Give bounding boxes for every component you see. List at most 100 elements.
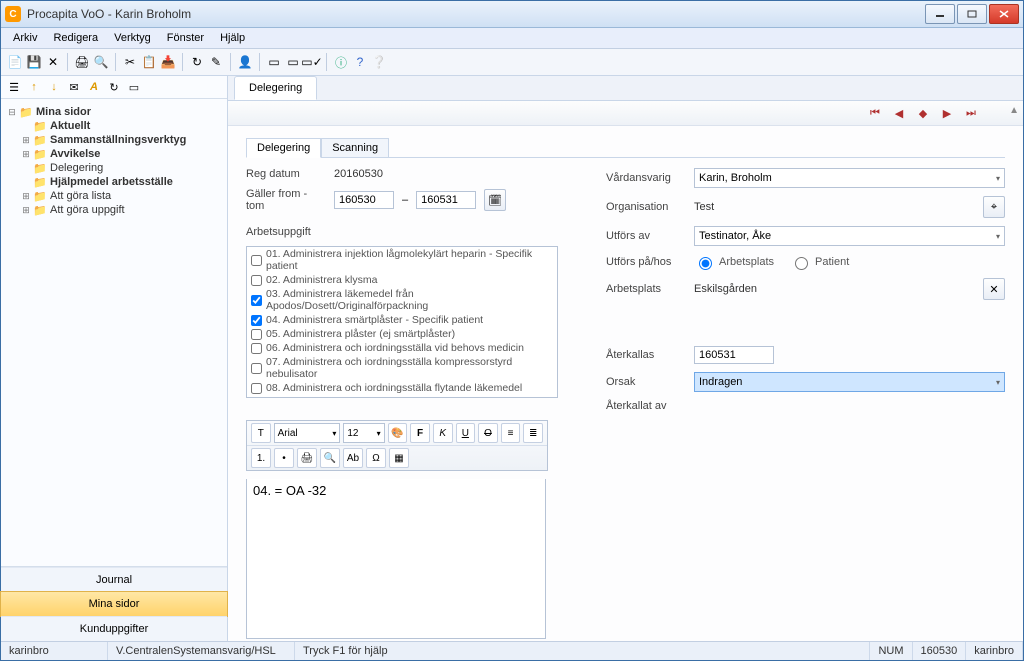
lt-window-icon[interactable]: ▭ (127, 80, 141, 94)
task-checkbox[interactable] (251, 383, 262, 394)
tree-item[interactable]: ⊞📁Att göra uppgift (5, 203, 223, 217)
tb-print-icon[interactable]: 🖨 (74, 54, 90, 70)
et-search-icon[interactable]: 🔍 (320, 448, 340, 468)
organisation-picker-icon[interactable]: ⌖ (983, 196, 1005, 218)
tree-item[interactable]: ⊞📁Avvikelse (5, 147, 223, 161)
task-checkbox[interactable] (251, 397, 262, 399)
date-picker-icon[interactable]: 🗓 (484, 189, 506, 211)
task-checkbox[interactable] (251, 295, 262, 306)
et-bold-icon[interactable]: F (410, 423, 430, 443)
nav-tree[interactable]: ⊟📁Mina sidor📁Aktuellt⊞📁Sammanställningsv… (1, 99, 227, 566)
maximize-button[interactable] (957, 4, 987, 24)
nav-first-icon[interactable]: ⏮ (866, 105, 884, 121)
et-symbol-icon[interactable]: Ω (366, 448, 386, 468)
tb-whatsthis-icon[interactable]: ❔ (371, 54, 387, 70)
et-color-icon[interactable]: 🎨 (388, 423, 408, 443)
et-image-icon[interactable]: ▦ (389, 448, 409, 468)
task-checkbox[interactable] (251, 329, 262, 340)
task-checkbox[interactable] (251, 275, 262, 286)
lt-tree-icon[interactable]: ☰ (7, 80, 21, 94)
nav-next-icon[interactable]: ▶ (938, 105, 956, 121)
tb-wand-icon[interactable]: ✎ (208, 54, 224, 70)
lt-sort-desc-icon[interactable]: ↓ (47, 80, 61, 94)
tb-person-icon[interactable]: 👤 (237, 54, 253, 70)
task-row[interactable]: 02. Administrera klysma (247, 273, 557, 287)
input-galler-tom[interactable] (416, 191, 476, 209)
tb-info-icon[interactable]: ⓘ (333, 54, 349, 70)
menu-fonster[interactable]: Fönster (159, 30, 212, 46)
et-list-bul-icon[interactable]: • (274, 448, 294, 468)
tb-cut-icon[interactable]: ✂ (122, 54, 138, 70)
lt-filter-a-icon[interactable]: A (87, 80, 101, 94)
scroll-up-icon[interactable]: ▲ (1009, 105, 1019, 116)
menu-redigera[interactable]: Redigera (45, 30, 106, 46)
lt-mail-icon[interactable]: ✉ (67, 80, 81, 94)
lt-refresh-icon[interactable]: ↻ (107, 80, 121, 94)
task-row[interactable]: 06. Administrera och iordningsställa vid… (247, 341, 557, 355)
task-checkbox[interactable] (251, 315, 262, 326)
tree-item[interactable]: ⊟📁Mina sidor (5, 105, 223, 119)
tab-scanning[interactable]: Scanning (321, 138, 389, 157)
task-row[interactable]: 05. Administrera plåster (ej smärtplåste… (247, 327, 557, 341)
tb-doc2-icon[interactable]: ▭ (285, 54, 301, 70)
et-align-left-icon[interactable]: ≡ (501, 423, 521, 443)
sidebar-button-mina-sidor[interactable]: Mina sidor (0, 591, 228, 617)
task-checkbox[interactable] (251, 343, 262, 354)
tree-item[interactable]: ⊞📁Att göra lista (5, 189, 223, 203)
tb-new-icon[interactable]: 📄 (7, 54, 23, 70)
task-row[interactable]: 03. Administrera läkemedel från Apodos/D… (247, 287, 557, 313)
et-align-center-icon[interactable]: ≣ (523, 423, 543, 443)
input-aterkallas[interactable] (694, 346, 774, 364)
nav-prev-icon[interactable]: ◀ (890, 105, 908, 121)
task-row[interactable]: 01. Administrera injektion lågmolekylärt… (247, 247, 557, 273)
tb-delete-icon[interactable]: ✕ (45, 54, 61, 70)
select-vardansvarig[interactable]: Karin, Broholm▾ (694, 168, 1005, 188)
select-orsak[interactable]: Indragen▾ (694, 372, 1005, 392)
et-spell-icon[interactable]: Ab (343, 448, 363, 468)
tree-item[interactable]: 📁Delegering (5, 161, 223, 175)
task-checkbox[interactable] (251, 363, 262, 374)
lt-sort-asc-icon[interactable]: ↑ (27, 80, 41, 94)
et-strike-icon[interactable]: O (478, 423, 498, 443)
menu-hjalp[interactable]: Hjälp (212, 30, 253, 46)
et-underline-icon[interactable]: U (456, 423, 476, 443)
close-button[interactable] (989, 4, 1019, 24)
menu-arkiv[interactable]: Arkiv (5, 30, 45, 46)
radio-patient[interactable]: Patient (790, 254, 849, 270)
task-row[interactable]: 07. Administrera och iordningsställa kom… (247, 355, 557, 381)
tb-help-icon[interactable]: ? (352, 54, 368, 70)
tree-item[interactable]: ⊞📁Sammanställningsverktyg (5, 133, 223, 147)
sidebar-button-journal[interactable]: Journal (1, 567, 227, 592)
task-row[interactable]: 04. Administrera smärtplåster - Specifik… (247, 313, 557, 327)
nav-last-icon[interactable]: ⏭ (962, 105, 980, 121)
sidebar-button-kunduppgifter[interactable]: Kunduppgifter (1, 616, 227, 641)
input-galler-from[interactable] (334, 191, 394, 209)
minimize-button[interactable] (925, 4, 955, 24)
task-checkbox[interactable] (251, 255, 262, 266)
tb-save-icon[interactable]: 💾 (26, 54, 42, 70)
tb-preview-icon[interactable]: 🔍 (93, 54, 109, 70)
tb-paste-icon[interactable]: 📥 (160, 54, 176, 70)
radio-arbetsplats[interactable]: Arbetsplats (694, 254, 774, 270)
tree-item[interactable]: 📁Aktuellt (5, 119, 223, 133)
et-font-icon[interactable]: T (251, 423, 271, 443)
font-select[interactable]: Arial▾ (274, 423, 341, 443)
rich-text-editor[interactable]: 04. = OA -32 (246, 479, 546, 639)
tree-item[interactable]: 📁Hjälpmedel arbetsställe (5, 175, 223, 189)
menu-verktyg[interactable]: Verktyg (106, 30, 159, 46)
select-utfors-av[interactable]: Testinator, Åke▾ (694, 226, 1005, 246)
et-italic-icon[interactable]: K (433, 423, 453, 443)
task-row[interactable]: 08. Administrera och iordningsställa fly… (247, 381, 557, 395)
task-row[interactable]: 09. Administrera ögondroppar/salva, öron… (247, 395, 557, 398)
size-select[interactable]: 12▾ (343, 423, 384, 443)
doc-tab-delegering[interactable]: Delegering (234, 76, 317, 100)
nav-current-icon[interactable]: ◆ (914, 105, 932, 121)
et-list-num-icon[interactable]: 1. (251, 448, 271, 468)
tab-delegering[interactable]: Delegering (246, 138, 321, 158)
tb-doc3-icon[interactable]: ▭✓ (304, 54, 320, 70)
arbetsplats-picker-icon[interactable]: ✕ (983, 278, 1005, 300)
tb-refresh-icon[interactable]: ↻ (189, 54, 205, 70)
et-print-icon[interactable]: 🖨 (297, 448, 317, 468)
task-list[interactable]: 01. Administrera injektion lågmolekylärt… (246, 246, 558, 398)
tb-doc1-icon[interactable]: ▭ (266, 54, 282, 70)
